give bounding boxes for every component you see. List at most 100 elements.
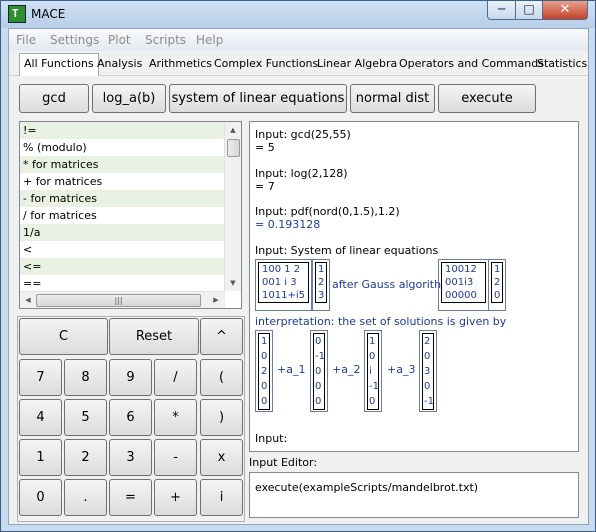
key-1[interactable]: 1 [19,439,62,476]
coefficient-label: +a_3 [387,363,416,376]
key-6[interactable]: 6 [109,399,152,436]
key-2[interactable]: 2 [64,439,107,476]
minimize-button[interactable]: ─ [487,1,516,20]
list-item[interactable]: - for matrices [20,190,241,207]
reduced-matrix: 10012 001i3 00000 [438,259,489,311]
menu-file[interactable]: File [16,33,36,47]
log-button[interactable]: log_a(b) [92,84,166,113]
gcd-button[interactable]: gcd [19,84,89,113]
sle-input-text: Input: System of linear equations [255,244,439,257]
gcd-result-text: = 5 [255,141,275,154]
menu-plot[interactable]: Plot [108,33,131,47]
reset-button[interactable]: Reset [109,318,199,355]
key-i[interactable]: i [200,479,243,516]
output-panel[interactable]: Input: gcd(25,55) = 5 Input: log(2,128) … [249,121,579,452]
tab-all-functions[interactable]: All Functions [19,53,99,76]
solution-vector: 1 0 2 0 0 [255,330,273,412]
list-item[interactable]: <= [20,258,241,275]
input-editor-text[interactable]: execute(exampleScripts/mandelbrot.txt) [255,481,478,494]
menu-bar: File Settings Plot Scripts Help [9,29,588,51]
matrix-row: 001 i 3 [262,277,297,288]
list-item[interactable]: == [20,275,241,292]
maximize-icon: □ [523,2,535,16]
key-equals[interactable]: = [109,479,152,516]
key-divide[interactable]: / [154,359,197,396]
horizontal-scrollbar[interactable]: ◀ ||| ▶ [20,291,225,308]
empty-input-text: Input: [255,432,288,445]
main-window: T MACE ─ □ ✕ File Settings Plot Scripts … [0,0,596,532]
execute-button[interactable]: execute [438,84,536,113]
matrix-row: 1011+i5 [262,290,305,301]
app-icon: T [8,5,26,23]
log-result-text: = 7 [255,180,275,193]
maximize-button[interactable]: □ [515,1,543,20]
reduced-rhs-vector: 1 2 0 [488,259,506,311]
key-7[interactable]: 7 [19,359,62,396]
list-item[interactable]: / for matrices [20,207,241,224]
key-0[interactable]: 0 [19,479,62,516]
vertical-scroll-thumb[interactable] [227,139,240,157]
close-icon: ✕ [559,2,571,17]
close-button[interactable]: ✕ [542,1,588,20]
coefficient-matrix: 100 1 2 001 i 3 1011+i5 [255,259,312,311]
list-item[interactable]: < [20,241,241,258]
window-title: MACE [31,7,66,21]
clear-button[interactable]: C [19,318,108,355]
scroll-right-icon[interactable]: ▶ [208,292,224,308]
normal-dist-button[interactable]: normal dist [350,84,435,113]
key-4[interactable]: 4 [19,399,62,436]
tab-arithmetics[interactable]: Arithmetics [149,57,212,70]
vertical-scrollbar[interactable]: ▲ ▼ [224,122,241,291]
scroll-up-icon[interactable]: ▲ [225,122,241,138]
key-plus[interactable]: + [154,479,197,516]
solution-vector: 0 -1 0 0 0 [310,330,328,412]
tab-linear-algebra[interactable]: Linear Algebra [317,57,397,70]
key-open-paren[interactable]: ( [200,359,243,396]
client-area: File Settings Plot Scripts Help All Func… [8,28,589,525]
interpretation-text: interpretation: the set of solutions is … [255,315,507,328]
input-editor-label: Input Editor: [249,456,318,469]
matrix-row: 100 1 2 [262,264,301,275]
menu-settings[interactable]: Settings [50,33,99,47]
coefficient-label: +a_2 [332,363,361,376]
pdf-entry: Input: pdf(nord(0,1.5),1.2) = 0.193128 [255,205,400,231]
minimize-icon: ─ [497,2,506,16]
key-multiply[interactable]: * [154,399,197,436]
gcd-input-text: Input: gcd(25,55) [255,128,351,141]
log-entry: Input: log(2,128) = 7 [255,167,348,193]
key-8[interactable]: 8 [64,359,107,396]
pdf-input-text: Input: pdf(nord(0,1.5),1.2) [255,205,400,218]
solution-vector: 1 0 i -1 0 [364,330,382,412]
operator-list[interactable]: != % (modulo) * for matrices + for matri… [19,121,242,309]
list-item[interactable]: + for matrices [20,173,241,190]
key-decimal[interactable]: . [64,479,107,516]
power-button[interactable]: ^ [200,318,243,355]
tab-analysis[interactable]: Analysis [97,57,142,70]
key-minus[interactable]: - [154,439,197,476]
after-gauss-label: after Gauss algorithm [332,278,452,291]
gcd-entry: Input: gcd(25,55) = 5 [255,128,351,154]
function-tabs: All Functions Analysis Arithmetics Compl… [9,51,588,76]
solution-vector: 2 0 3 0 -1 [419,330,437,412]
tab-operators-and-commands[interactable]: Operators and Commands [399,57,544,70]
key-3[interactable]: 3 [109,439,152,476]
tab-complex-functions[interactable]: Complex Functions [214,57,318,70]
horizontal-scroll-thumb[interactable]: ||| [36,294,201,307]
scroll-left-icon[interactable]: ◀ [20,292,36,308]
key-x[interactable]: x [200,439,243,476]
menu-help[interactable]: Help [196,33,223,47]
title-bar[interactable]: T MACE ─ □ ✕ [1,1,595,28]
tab-statistics[interactable]: Statistics [537,57,587,70]
key-close-paren[interactable]: ) [200,399,243,436]
list-item[interactable]: != [20,122,241,139]
input-editor[interactable]: execute(exampleScripts/mandelbrot.txt) [249,472,579,518]
scroll-down-icon[interactable]: ▼ [225,275,241,291]
system-of-linear-equations-button[interactable]: system of linear equations [169,84,347,113]
list-item[interactable]: 1/a [20,224,241,241]
list-item[interactable]: * for matrices [20,156,241,173]
list-item[interactable]: % (modulo) [20,139,241,156]
key-9[interactable]: 9 [109,359,152,396]
menu-scripts[interactable]: Scripts [145,33,186,47]
key-5[interactable]: 5 [64,399,107,436]
coefficient-label: +a_1 [277,363,306,376]
